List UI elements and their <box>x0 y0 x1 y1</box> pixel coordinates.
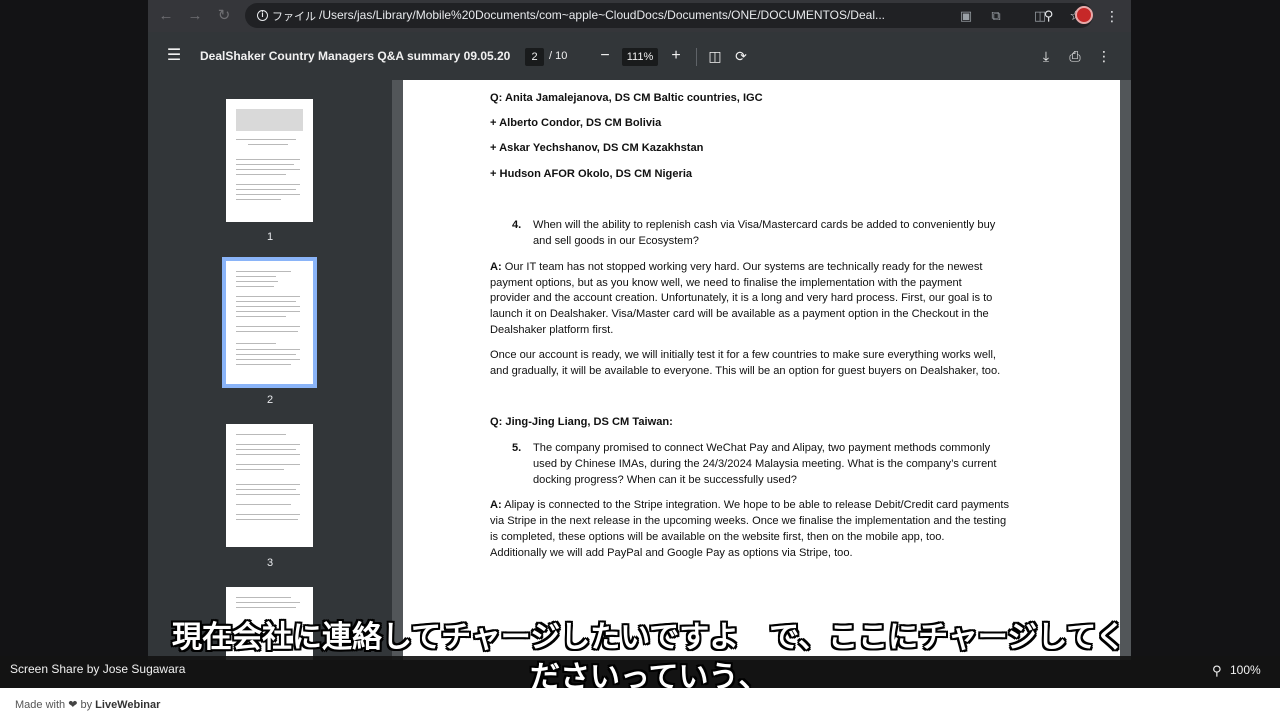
made-with-text: Made with <box>15 699 66 711</box>
zoom-out-button[interactable]: − <box>595 46 615 66</box>
forward-icon[interactable]: → <box>185 6 205 26</box>
url-text[interactable]: /Users/jas/Library/Mobile%20Documents/co… <box>319 8 919 22</box>
rotate-icon[interactable]: ⟳ <box>731 46 751 66</box>
page-thumbnail-3[interactable] <box>226 424 313 547</box>
stream-zoom-level[interactable]: 100% <box>1230 663 1261 677</box>
answer-line: Dealshaker platform first. <box>490 324 614 336</box>
question-number: 5. <box>512 442 522 454</box>
by-text: by <box>80 699 93 711</box>
participant-line: + Alberto Condor, DS CM Bolivia <box>490 117 662 129</box>
profile-avatar[interactable] <box>1075 6 1093 24</box>
zoom-in-button[interactable]: + <box>666 46 686 66</box>
page-thumbnail-1[interactable] <box>226 99 313 222</box>
thumbnail-number: 3 <box>266 557 274 569</box>
answer-text: Alipay is connected to the Stripe integr… <box>501 499 1010 511</box>
pdf-viewer: 1 2 3 Q: Anita Jamalejanova, DS CM Balti… <box>148 80 1131 660</box>
pdf-page: Q: Anita Jamalejanova, DS CM Baltic coun… <box>403 80 1120 660</box>
answer-line: Once our account is ready, we will initi… <box>490 349 996 361</box>
zoom-input[interactable]: 111% <box>622 48 658 66</box>
answer-line: provider and the account creation. Unfor… <box>490 292 993 304</box>
security-label: ファイル <box>272 10 316 23</box>
media-icon[interactable]: ◫ <box>1030 6 1050 26</box>
answer-line: via Stripe in the next release in the up… <box>490 515 1007 527</box>
reload-icon[interactable]: ↻ <box>214 6 234 26</box>
answer-line: A: Our IT team has not stopped working v… <box>490 259 982 275</box>
answer-line: A: Alipay is connected to the Stripe int… <box>490 497 1009 513</box>
screen-share-stage: ← → ↻ i ファイル /Users/jas/Library/Mobile%2… <box>0 0 1280 660</box>
fit-page-icon[interactable]: ◫ <box>705 46 725 66</box>
answer-line: launch it on Dealshaker. Visa/Master car… <box>490 308 989 320</box>
thumbnail-number: 2 <box>266 394 274 406</box>
document-title: DealShaker Country Managers Q&A summary … <box>200 49 510 63</box>
address-bar: ← → ↻ i ファイル /Users/jas/Library/Mobile%2… <box>148 0 1131 32</box>
download-icon[interactable]: ⤓ <box>1036 46 1056 66</box>
question-header: Q: Anita Jamalejanova, DS CM Baltic coun… <box>490 92 763 104</box>
question-text-line: used by Chinese IMAs, during the 24/3/20… <box>533 458 997 470</box>
heart-icon: ❤ <box>68 699 78 711</box>
screen-share-label: Screen Share by Jose Sugawara <box>10 662 186 676</box>
question-text-line: docking progress? When can it be success… <box>533 474 797 486</box>
hamburger-menu-icon[interactable]: ☰ <box>164 46 184 66</box>
participant-line: + Hudson AFOR Okolo, DS CM Nigeria <box>490 168 693 180</box>
browser-menu-icon[interactable]: ⋮ <box>1105 6 1119 26</box>
site-info-chip[interactable]: i ファイル <box>251 6 322 25</box>
answer-prefix: A: <box>490 499 502 511</box>
subtitle-line-1: 現在会社に連絡してチャージしたいですよ で、ここにチャージしてく <box>172 620 1126 655</box>
thumbnail-sidebar: 1 2 3 <box>148 80 392 660</box>
print-icon[interactable]: ⎙ <box>1065 46 1085 66</box>
answer-line: Additionally we will add PayPal and Goog… <box>490 547 853 559</box>
answer-text: Our IT team has not stopped working very… <box>501 261 983 273</box>
thumbnail-number: 1 <box>266 231 274 243</box>
question-header: Q: Jing-Jing Liang, DS CM Taiwan: <box>490 416 673 428</box>
zoom-magnifier-icon[interactable]: ⚲ <box>1212 663 1222 679</box>
brand-name: LiveWebinar <box>95 699 161 711</box>
question-number: 4. <box>512 219 522 231</box>
toolbar-divider <box>696 48 697 66</box>
footer: Made with ❤ by LiveWebinar <box>0 688 1280 720</box>
question-text-line: When will the ability to replenish cash … <box>533 219 996 231</box>
page-total: / 10 <box>549 50 568 62</box>
answer-prefix: A: <box>490 261 502 273</box>
answer-line: payment options, but as you know well, w… <box>490 277 962 289</box>
participant-line: + Askar Yechshanov, DS CM Kazakhstan <box>490 142 704 154</box>
question-text-line: The company promised to connect WeChat P… <box>533 442 991 454</box>
info-icon: i <box>257 10 268 21</box>
extension-icon[interactable]: ▣ <box>956 6 976 26</box>
more-options-icon[interactable]: ⋮ <box>1094 46 1114 66</box>
puzzle-icon[interactable]: ⧉ <box>986 6 1006 26</box>
back-icon[interactable]: ← <box>156 6 176 26</box>
page-number-input[interactable]: 2 <box>525 48 544 66</box>
answer-line: is completed, these options will be avai… <box>490 531 945 543</box>
made-with-credit[interactable]: Made with ❤ by LiveWebinar <box>15 698 160 711</box>
answer-line: and gradually, it will be available to e… <box>490 365 1001 377</box>
browser-window: ← → ↻ i ファイル /Users/jas/Library/Mobile%2… <box>148 0 1131 660</box>
question-text-line: and sell goods in our Ecosystem? <box>533 235 699 247</box>
page-thumbnail-2[interactable] <box>222 257 317 388</box>
pdf-toolbar: ☰ DealShaker Country Managers Q&A summar… <box>148 32 1131 80</box>
